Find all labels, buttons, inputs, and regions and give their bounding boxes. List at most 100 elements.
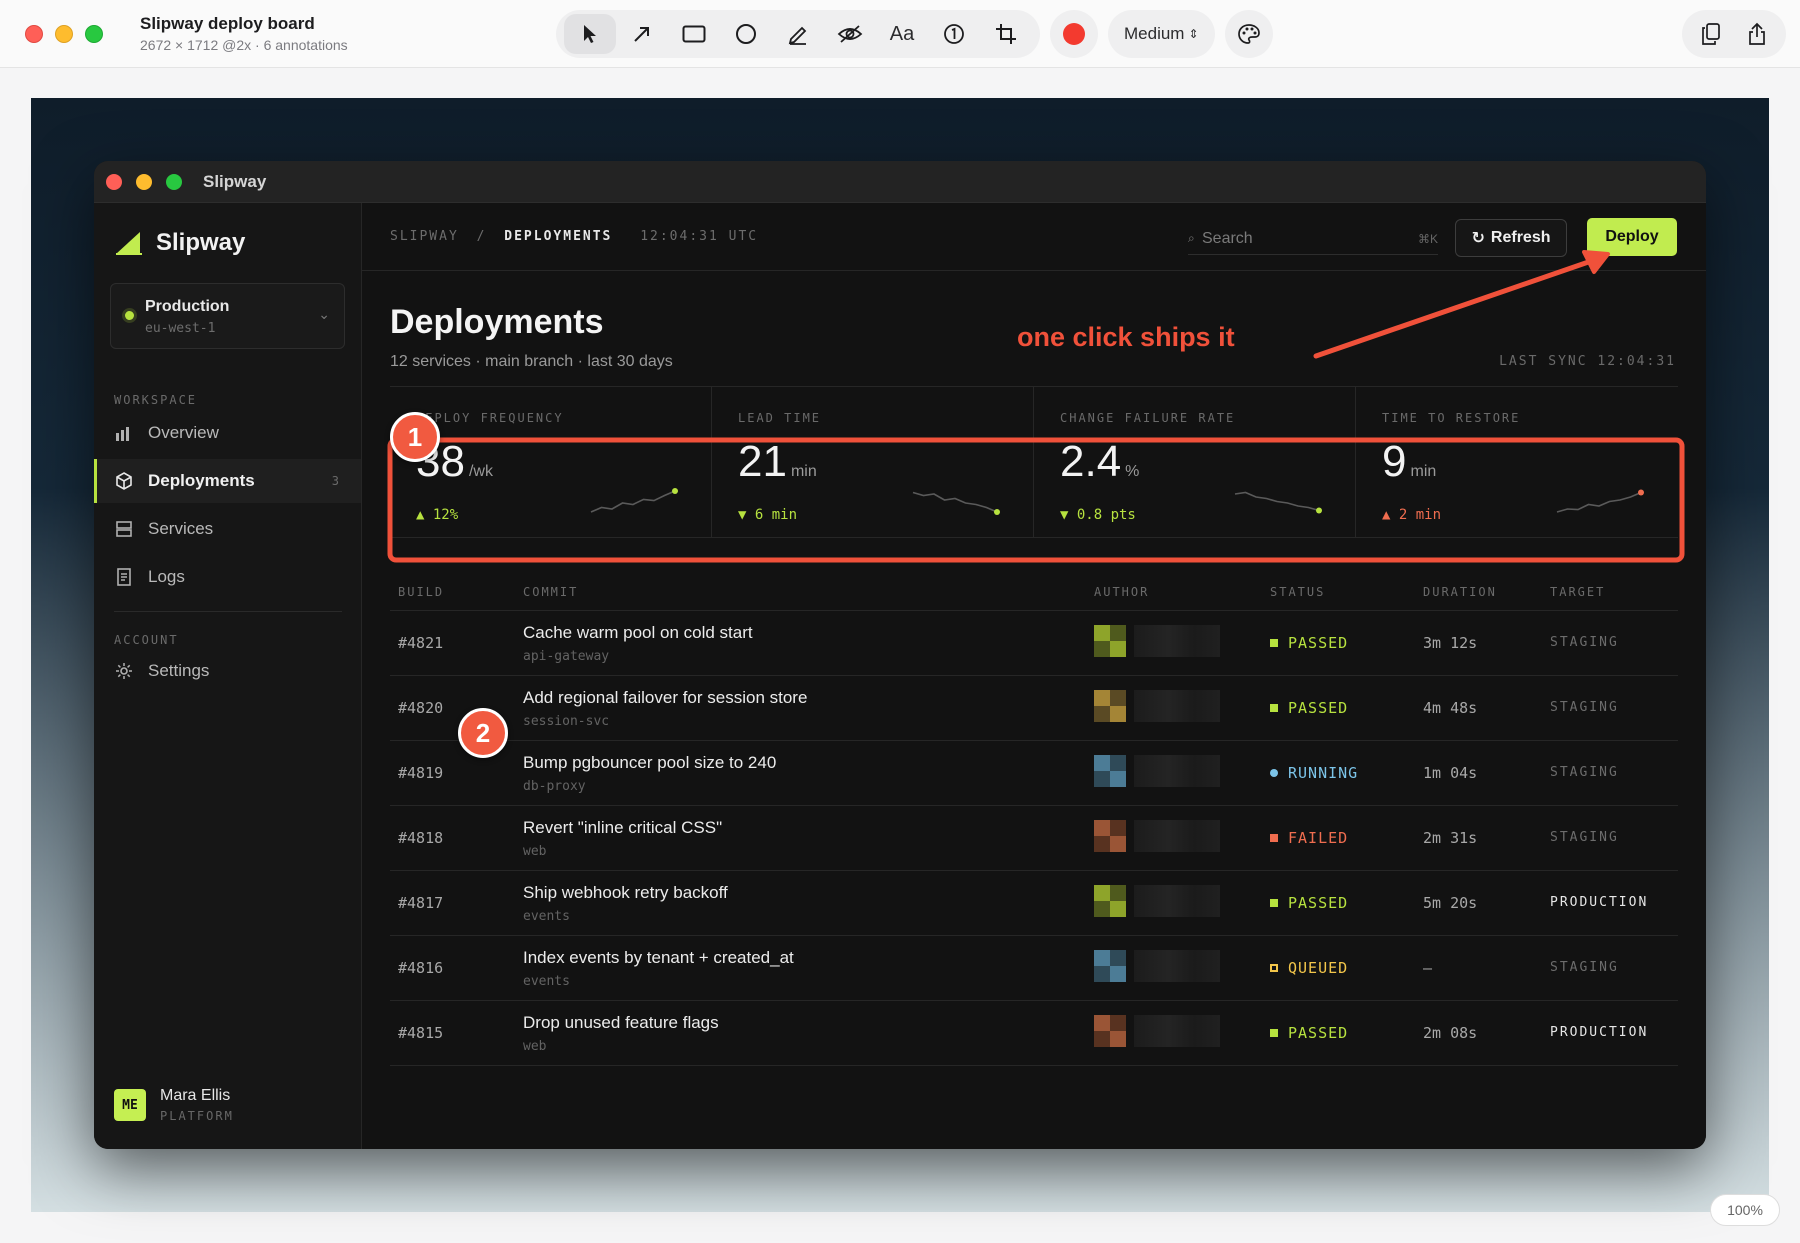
build-number[interactable]: #4818 [398,829,443,847]
crop-tool[interactable] [980,14,1032,54]
service-name: events [523,909,570,924]
author-avatar [1094,885,1224,917]
column-header-author[interactable]: AUTHOR [1094,585,1149,599]
commit-message[interactable]: Revert "inline critical CSS" [523,818,722,838]
column-header-build[interactable]: BUILD [398,585,444,599]
minimize-window-icon[interactable] [55,25,73,43]
author-name-redacted [1134,625,1220,657]
table-row[interactable]: #4818 Revert "inline critical CSS" web FAIL… [390,806,1678,871]
target-env: STAGING [1550,700,1619,715]
text-tool[interactable]: Aa [876,14,928,54]
build-number[interactable]: #4816 [398,959,443,977]
table-row[interactable]: #4815 Drop unused feature flags web PASSED 2… [390,1001,1678,1066]
deployments-count-badge: 3 [331,474,339,488]
sidebar-item-label: Overview [148,423,219,442]
brand-name: Slipway [156,229,246,256]
share-button[interactable] [1734,14,1780,54]
zoom-level[interactable]: 100% [1710,1194,1780,1226]
target-env: PRODUCTION [1550,895,1649,910]
breadcrumb-separator: / [476,229,487,244]
search-input[interactable] [1202,227,1402,251]
environment-selector[interactable]: Production eu-west-1 ⌄ [110,283,345,349]
build-number[interactable]: #4815 [398,1024,443,1042]
zoom-window-icon[interactable] [166,174,182,190]
redact-tool[interactable] [824,14,876,54]
pen-tool[interactable] [772,14,824,54]
color-picker[interactable] [1050,10,1098,58]
column-header-status[interactable]: STATUS [1270,585,1325,599]
breadcrumb-root[interactable]: SLIPWAY [390,229,459,244]
status-badge: QUEUED [1270,959,1348,977]
sidebar-item-label: Services [148,519,214,538]
commit-message[interactable]: Index events by tenant + created_at [523,948,794,968]
minimize-window-icon[interactable] [136,174,152,190]
avatar-pixel [1110,1015,1126,1047]
color-swatch [1063,23,1085,45]
refresh-button[interactable]: ↻ Refresh [1455,219,1567,257]
target-env: PRODUCTION [1550,1025,1649,1040]
duration: 4m 48s [1423,699,1478,717]
column-header-target[interactable]: TARGET [1550,585,1605,599]
metric-delta: ▼ 6 min [738,507,798,523]
avatar-pixel [1094,950,1110,982]
build-number[interactable]: #4819 [398,764,443,782]
table-row[interactable]: #4820 Add regional failover for session s… [390,676,1678,741]
status-badge: PASSED [1270,634,1348,652]
copy-button[interactable] [1688,14,1734,54]
brand[interactable]: Slipway [114,229,245,257]
user-profile[interactable]: ME Mara Ellis PLATFORM [114,1087,234,1123]
table-row[interactable]: #4819 Bump pgbouncer pool size to 240 db-p… [390,741,1678,806]
stroke-size-select[interactable]: Medium ⇕ [1108,10,1215,58]
commit-message[interactable]: Bump pgbouncer pool size to 240 [523,753,776,773]
avatar-pixel [1110,625,1126,657]
close-window-icon[interactable] [25,25,43,43]
zoom-window-icon[interactable] [85,25,103,43]
author-avatar [1094,625,1224,657]
right-tools [1682,10,1786,58]
rectangle-tool[interactable] [668,14,720,54]
sidebar-item-deployments[interactable]: Deployments 3 [94,459,361,503]
metric-value: 9 min [1382,437,1436,487]
deploy-button[interactable]: Deploy [1587,218,1677,256]
table-row[interactable]: #4821 Cache warm pool on cold start api-ga… [390,611,1678,676]
sidebar-item-logs[interactable]: Logs [94,555,361,599]
sidebar-item-services[interactable]: Services [94,507,361,551]
column-header-duration[interactable]: DURATION [1423,585,1497,599]
metric-delta: ▲ 2 min [1382,507,1442,523]
table-row[interactable]: #4816 Index events by tenant + created_at… [390,936,1678,1001]
sparkline-path [1556,491,1642,513]
commit-message[interactable]: Cache warm pool on cold start [523,623,753,643]
target-env: STAGING [1550,765,1619,780]
sidebar: Slipway Production eu-west-1 ⌄ WORKSPACE… [94,203,362,1149]
close-window-icon[interactable] [106,174,122,190]
arrow-tool[interactable] [616,14,668,54]
ellipse-tool[interactable] [720,14,772,54]
pointer-tool[interactable] [564,14,616,54]
column-header-commit[interactable]: COMMIT [523,585,578,599]
status-dot [1270,899,1278,907]
environment-status-dot [125,311,134,320]
step-tool[interactable] [928,14,980,54]
crop-icon [996,24,1016,44]
metric-value: 21 min [738,437,817,487]
commit-message[interactable]: Drop unused feature flags [523,1013,719,1033]
server-icon [114,519,134,539]
style-button[interactable] [1224,10,1273,58]
metric-value: 2.4% [1060,437,1139,487]
user-name: Mara Ellis [160,1087,231,1104]
sidebar-item-overview[interactable]: Overview [94,411,361,455]
status-dot [1270,964,1278,972]
sidebar-item-label: Settings [148,661,210,680]
commit-message[interactable]: Add regional failover for session store [523,688,807,708]
commit-message[interactable]: Ship webhook retry backoff [523,883,728,903]
step-icon [944,24,964,44]
chevron-updown-icon: ⇕ [1188,27,1199,41]
build-number[interactable]: #4817 [398,894,443,912]
sidebar-item-settings[interactable]: Settings [94,649,361,693]
last-sync: LAST SYNC 12:04:31 [1499,354,1676,369]
build-number[interactable]: #4821 [398,634,443,652]
document-icon [114,567,134,587]
environment-region: eu-west-1 [145,321,216,336]
table-row[interactable]: #4817 Ship webhook retry backoff events PAS… [390,871,1678,936]
build-number[interactable]: #4820 [398,699,443,717]
